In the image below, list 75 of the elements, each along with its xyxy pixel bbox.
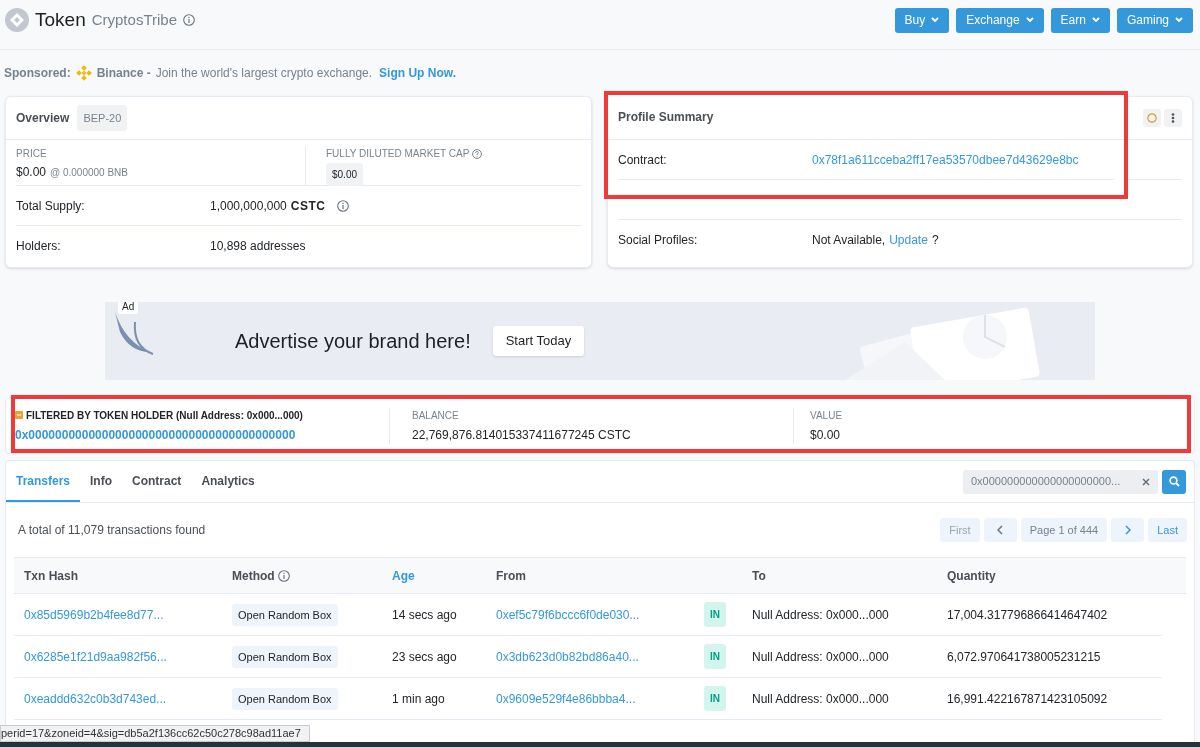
token-standard-badge: BEP-20 bbox=[77, 104, 128, 132]
holder-address-link[interactable]: 0x0000000000000000000000000000000000000000 bbox=[15, 425, 389, 444]
table-cell-text: 16,991.422167871423105092 bbox=[947, 690, 1109, 708]
status-url-tooltip: perid=17&zoneid=4&sig=db5a2f136cc62c50c278c98ad11ae7 bbox=[0, 725, 310, 742]
tab[interactable]: Info bbox=[80, 461, 123, 502]
page-title: Token bbox=[35, 7, 86, 32]
field-label: Social Profiles: bbox=[618, 232, 699, 249]
card-title: Overview bbox=[16, 110, 70, 127]
table-cell-text: 6,072.970641738005231215 bbox=[947, 648, 1102, 666]
nav-button[interactable]: Buy bbox=[894, 7, 950, 33]
balance-label: BALANCE bbox=[412, 408, 460, 423]
contract-address-link[interactable]: 0x78f1a611cceba2ff17ea53570dbee7d43629e8bc bbox=[812, 150, 1079, 169]
method-badge: Open Random Box bbox=[232, 603, 338, 626]
nav-button[interactable]: Earn bbox=[1050, 7, 1110, 33]
card-title: Profile Summary bbox=[618, 109, 714, 126]
table-cell-text: Null Address: 0x000...000 bbox=[752, 606, 890, 624]
price-value: $0.00 bbox=[16, 164, 47, 181]
tab[interactable]: Contract bbox=[122, 461, 192, 502]
tab[interactable]: Analytics bbox=[191, 461, 265, 502]
field-value: 1,000,000,000 bbox=[210, 197, 287, 215]
market-cap-label: FULLY DILUTED MARKET CAP bbox=[326, 147, 470, 161]
txn-hash-link[interactable]: 0x6285e1f21d9aa982f56... bbox=[24, 649, 167, 664]
sponsored-label: Sponsored: bbox=[4, 65, 71, 82]
address-link[interactable]: 0x9609e529f4e86bbba4... bbox=[496, 691, 636, 706]
search-field[interactable]: 0x000000000000000000000... bbox=[963, 469, 1158, 494]
column-header: From bbox=[496, 567, 526, 585]
last-page-button[interactable]: Last bbox=[1148, 518, 1187, 542]
field-label: Contract: bbox=[618, 151, 668, 169]
page-indicator: Page 1 of 444 bbox=[1020, 518, 1108, 542]
token-symbol: CSTC bbox=[290, 197, 326, 215]
field-label: Holders: bbox=[16, 238, 62, 255]
table-cell-text: 14 secs ago bbox=[392, 606, 458, 624]
value-amount: $0.00 bbox=[810, 426, 842, 444]
field-label: Total Supply: bbox=[16, 197, 86, 215]
direction-badge: IN bbox=[704, 686, 726, 711]
sponsor-name: Binance - bbox=[96, 65, 151, 82]
direction-badge: IN bbox=[704, 602, 726, 627]
field-value: Not Available, bbox=[812, 232, 886, 249]
sponsor-text: Join the world's largest crypto exchange. bbox=[155, 65, 373, 82]
table-cell-text: Null Address: 0x000...000 bbox=[752, 648, 890, 666]
direction-badge: IN bbox=[704, 644, 726, 669]
field-value: ? bbox=[931, 232, 939, 249]
nav-button[interactable]: Gaming bbox=[1116, 7, 1193, 33]
transactions-summary: A total of 11,079 transactions found bbox=[18, 522, 206, 539]
column-header: Quantity bbox=[947, 567, 996, 585]
filter-title: FILTERED BY TOKEN HOLDER (Null Address: 0x000...000) bbox=[26, 408, 303, 423]
value-label: VALUE bbox=[810, 408, 843, 423]
table-cell-text: 23 secs ago bbox=[392, 648, 458, 666]
ad-label: Ad bbox=[118, 302, 139, 314]
method-badge: Open Random Box bbox=[232, 645, 338, 668]
txn-hash-link[interactable]: 0x85d5969b2b4fee8d77... bbox=[24, 607, 164, 622]
market-cap-value: $0.00 bbox=[326, 163, 364, 186]
balance-value: 22,769,876.814015337411677245 CSTC bbox=[412, 426, 632, 444]
address-link[interactable]: 0x3db623d0b82bd86a40... bbox=[496, 649, 639, 664]
column-header: Txn Hash bbox=[24, 567, 78, 585]
table-cell-text: 17,004.317796866414647402 bbox=[947, 606, 1109, 624]
column-header: To bbox=[752, 567, 766, 585]
start-today-button[interactable]: Start Today bbox=[492, 326, 585, 356]
field-value: 10,898 addresses bbox=[210, 238, 306, 255]
table-cell-text: Null Address: 0x000...000 bbox=[752, 690, 890, 708]
table-cell-text: 1 min ago bbox=[392, 690, 446, 708]
token-name: CryptosTribe bbox=[91, 9, 177, 30]
column-header[interactable]: Age bbox=[392, 566, 415, 585]
tab[interactable]: Transfers bbox=[6, 461, 81, 502]
price-in-bnb: @ 0.000000 BNB bbox=[50, 166, 128, 180]
address-link[interactable]: 0xef5c79f6bccc6f0de030... bbox=[496, 607, 640, 622]
update-link[interactable]: Update bbox=[889, 231, 928, 249]
method-badge: Open Random Box bbox=[232, 687, 338, 710]
column-header: Method bbox=[232, 567, 275, 585]
nav-button[interactable]: Exchange bbox=[956, 7, 1044, 33]
txn-hash-link[interactable]: 0xeaddd632c0b3d743ed... bbox=[24, 691, 167, 706]
ad-headline: Advertise your brand here! bbox=[235, 329, 471, 354]
price-label: PRICE bbox=[16, 147, 48, 161]
sign-up-link[interactable]: Sign Up Now. bbox=[379, 64, 456, 82]
first-page-button[interactable]: First bbox=[940, 518, 980, 542]
